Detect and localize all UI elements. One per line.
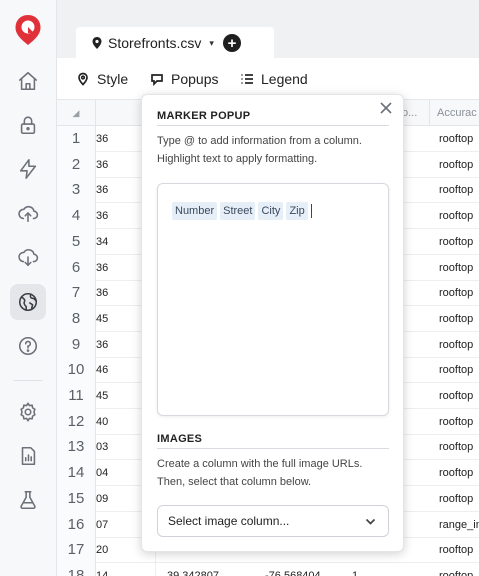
row-number[interactable]: 16: [57, 511, 96, 538]
sidebar-divider: [14, 380, 42, 381]
marker-popup-help: Type @ to add information from a column.…: [157, 135, 362, 165]
token-chip-number[interactable]: Number: [172, 202, 218, 220]
chevron-down-icon[interactable]: ▾: [209, 38, 214, 49]
marker-popup-panel: MARKER POPUP Type @ to add information f…: [141, 94, 404, 552]
row-number[interactable]: 11: [57, 383, 96, 409]
section-divider: [157, 448, 389, 449]
file-tab-bar: Storefronts.csv ▾ +: [57, 0, 479, 59]
table-cell-accuracy[interactable]: rooftop: [430, 126, 479, 152]
row-number[interactable]: 2: [57, 151, 96, 178]
map-pin-icon: [90, 36, 104, 50]
table-cell-accuracy[interactable]: rooftop: [430, 460, 479, 486]
token-chip-zip[interactable]: Zip: [286, 202, 308, 220]
table-cell-accuracy[interactable]: range_in: [430, 512, 479, 538]
table-cell-accuracy[interactable]: rooftop: [430, 177, 479, 203]
file-tab-label: Storefronts.csv: [108, 35, 202, 51]
token-chip-street[interactable]: Street: [220, 202, 256, 220]
close-icon[interactable]: [379, 101, 395, 117]
map-pin-logo[interactable]: [14, 14, 42, 46]
settings-icon[interactable]: [10, 394, 46, 430]
list-icon: [241, 74, 253, 84]
table-cell-accuracy[interactable]: rooftop: [430, 255, 479, 281]
table-cell[interactable]: -76.568404: [261, 563, 341, 576]
table-cell-accuracy[interactable]: rooftop: [430, 409, 479, 435]
row-number[interactable]: 12: [57, 408, 96, 435]
token-chip-city[interactable]: City: [258, 202, 284, 220]
add-tab-button[interactable]: +: [223, 34, 241, 52]
table-row: 18 14 39.342807 -76.568404 1 rooftop: [57, 562, 479, 576]
legend-button[interactable]: Legend: [240, 71, 308, 87]
row-number[interactable]: 8: [57, 305, 96, 332]
row-number[interactable]: 9: [57, 331, 96, 358]
table-cell[interactable]: 1: [348, 563, 428, 576]
table-cell-accuracy[interactable]: rooftop: [430, 563, 479, 576]
lock-icon[interactable]: [10, 107, 46, 143]
row-number[interactable]: 5: [57, 228, 96, 255]
row-number[interactable]: 14: [57, 460, 96, 487]
style-button[interactable]: Style: [76, 71, 128, 87]
table-cell-accuracy[interactable]: rooftop: [430, 152, 479, 178]
file-tab[interactable]: Storefronts.csv ▾: [76, 27, 274, 59]
chevron-down-icon: [365, 516, 376, 527]
row-number[interactable]: 3: [57, 177, 96, 204]
report-icon[interactable]: [10, 438, 46, 474]
sidebar: [0, 0, 57, 576]
lightning-icon[interactable]: [10, 151, 46, 187]
image-column-select-value: Select image column...: [168, 514, 290, 528]
table-cell-accuracy[interactable]: rooftop: [430, 537, 479, 563]
row-number[interactable]: 10: [57, 357, 96, 384]
table-cell[interactable]: 14: [96, 562, 156, 576]
table-cell-accuracy[interactable]: rooftop: [430, 357, 479, 383]
table-cell-accuracy[interactable]: rooftop: [430, 229, 479, 255]
flask-icon[interactable]: [10, 482, 46, 518]
text-cursor: [310, 204, 312, 218]
row-number[interactable]: 4: [57, 203, 96, 230]
download-cloud-icon[interactable]: [10, 239, 46, 275]
row-number[interactable]: 18: [57, 562, 96, 576]
popup-template-editor[interactable]: Number Street City Zip: [157, 183, 389, 416]
home-icon[interactable]: [10, 63, 46, 99]
row-number[interactable]: 1: [57, 126, 96, 152]
help-icon[interactable]: [10, 328, 46, 364]
popups-label: Popups: [171, 71, 219, 87]
upload-cloud-icon[interactable]: [10, 195, 46, 231]
table-cell-accuracy[interactable]: rooftop: [430, 306, 479, 332]
images-title: IMAGES: [157, 433, 203, 445]
globe-icon[interactable]: [10, 284, 46, 320]
token-chips: Number Street City Zip: [172, 202, 374, 220]
images-help: Create a column with the full image URLs…: [157, 458, 363, 488]
column-header-accuracy[interactable]: Accurac: [430, 100, 479, 126]
table-cell[interactable]: 39.342807: [163, 563, 243, 576]
map-pin-outline-icon: [78, 72, 88, 86]
table-cell-accuracy[interactable]: rooftop: [430, 434, 479, 460]
speech-bubble-icon: [151, 74, 163, 86]
row-number[interactable]: 15: [57, 485, 96, 512]
row-number[interactable]: 6: [57, 254, 96, 281]
table-cell-accuracy[interactable]: rooftop: [430, 486, 479, 512]
table-cell-accuracy[interactable]: rooftop: [430, 203, 479, 229]
legend-label: Legend: [261, 71, 308, 87]
popups-button[interactable]: Popups: [150, 71, 218, 87]
image-column-select[interactable]: Select image column...: [157, 505, 389, 537]
select-all-corner[interactable]: ◢: [57, 100, 96, 126]
marker-popup-title: MARKER POPUP: [157, 110, 251, 122]
section-divider: [157, 125, 389, 126]
table-cell-accuracy[interactable]: rooftop: [430, 280, 479, 306]
row-number[interactable]: 17: [57, 537, 96, 564]
row-number[interactable]: 7: [57, 280, 96, 307]
row-number[interactable]: 13: [57, 434, 96, 461]
table-cell-accuracy[interactable]: rooftop: [430, 383, 479, 409]
table-cell-accuracy[interactable]: rooftop: [430, 332, 479, 358]
style-label: Style: [97, 71, 129, 87]
